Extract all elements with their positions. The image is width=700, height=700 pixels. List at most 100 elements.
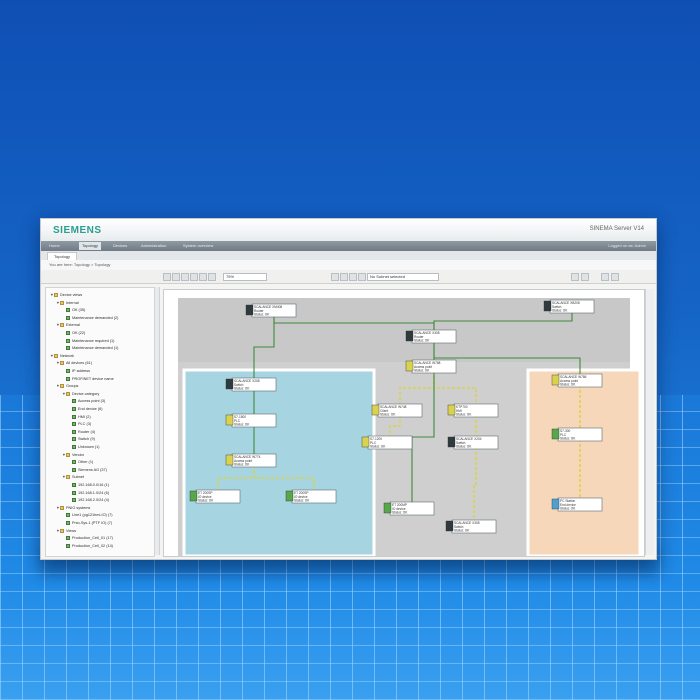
fit-to-window-icon[interactable]	[199, 273, 207, 281]
tree-item[interactable]: ▼ Vendor	[62, 452, 84, 458]
tree-item-label: Line1 (pg121hmi-IO) (7)	[72, 513, 113, 518]
topology-node[interactable]: SCALANCE XM408RouterStatus: OK	[245, 303, 297, 318]
tree-item[interactable]: 192.168.0.0/16 (1)	[68, 482, 109, 488]
folder-icon	[60, 323, 64, 328]
tree-item[interactable]: Pnio-Sys-1 (PTF IO) (7)	[62, 520, 112, 526]
tree-item-label: HMI (2)	[78, 414, 91, 419]
canvas-scrollbar[interactable]	[645, 289, 654, 555]
tree-item[interactable]: Switch (9)	[68, 436, 95, 442]
menu-system-overview[interactable]: System overview	[183, 243, 213, 248]
topology-node[interactable]: SCALANCE W748ClientStatus: OK	[371, 403, 423, 418]
topology-node[interactable]: KTP700HMIStatus: OK	[447, 403, 499, 418]
tree-item[interactable]: ▼ Network	[50, 353, 74, 359]
tree-item[interactable]: ▼ Device category	[62, 391, 99, 397]
tree-item[interactable]: ▼ Internal	[56, 300, 79, 306]
tree-item[interactable]: ▼ All devices (61)	[56, 360, 92, 366]
refresh-icon[interactable]	[172, 273, 180, 281]
forward-icon[interactable]	[340, 273, 348, 281]
subnet-select[interactable]: No Subnet selected	[367, 273, 439, 281]
home-icon[interactable]	[349, 273, 357, 281]
save-icon[interactable]	[163, 273, 171, 281]
tree-item[interactable]: Siemens AG (37)	[68, 467, 107, 473]
topology-node[interactable]: SCALANCE XB208SwitchStatus: OK	[543, 299, 595, 314]
tree-item-label: Device views	[60, 293, 83, 297]
topology-node[interactable]: SCALANCE X308RouterStatus: OK	[405, 329, 457, 344]
device-status-icon	[66, 338, 70, 343]
tree-item[interactable]: Line1 (pg121hmi-IO) (7)	[62, 512, 113, 518]
topology-node[interactable]: SCALANCE X308SwitchStatus: OK	[445, 519, 497, 534]
layout-icon[interactable]	[208, 273, 216, 281]
tree-item[interactable]: HMI (2)	[68, 414, 91, 420]
tree-item[interactable]: IP address	[62, 368, 90, 374]
topology-node[interactable]: SCALANCE W786Access pointStatus: OK	[551, 373, 603, 388]
device-status-icon	[66, 376, 70, 381]
tree-item[interactable]: PLC (3)	[68, 421, 91, 427]
topology-node[interactable]: SCALANCE W774Access pointStatus: OK	[225, 453, 277, 468]
tree-item[interactable]: Router (4)	[68, 429, 95, 435]
topology-canvas[interactable]: SCALANCE XM408 Router Status: OK SCALANCE X…	[163, 289, 645, 557]
device-status-icon	[66, 331, 70, 335]
tree-item[interactable]: ▼ Subnet	[62, 474, 84, 480]
topology-node[interactable]: SCALANCE X208SwitchStatus: OK	[225, 377, 277, 392]
app-title: SINEMA Server V14	[589, 226, 644, 232]
tree-item[interactable]: Access point (3)	[68, 398, 105, 404]
tree-item[interactable]: ▼ Device views	[50, 292, 82, 298]
tree-item[interactable]: OK (35)	[62, 307, 85, 313]
device-status-icon	[72, 490, 76, 495]
tree-item[interactable]: ▼ PNIO systems	[56, 505, 90, 511]
print-icon[interactable]	[581, 273, 589, 281]
menu-topology[interactable]: Topology	[79, 242, 102, 250]
menu-devices[interactable]: Devices	[113, 243, 127, 248]
device-status-icon	[66, 543, 70, 548]
topology-node[interactable]: ET 200MPIO deviceStatus: OK	[383, 501, 435, 516]
tree-item[interactable]: ▼ Views	[56, 528, 76, 534]
tree-item[interactable]: End device (6)	[68, 406, 102, 412]
topology-node[interactable]: SCALANCE W788Access pointStatus: OK	[405, 359, 457, 374]
tree-item[interactable]: Maintenance required (1)	[62, 338, 114, 344]
zoom-in-icon[interactable]	[181, 273, 189, 281]
menu-home[interactable]: Home	[49, 243, 60, 248]
tree-item-label: Siemens AG (37)	[78, 467, 107, 472]
tree-item[interactable]: 192.168.1.0/24 (6)	[68, 490, 109, 496]
topology-node[interactable]: ET 200SPIO deviceStatus: OK	[189, 489, 241, 504]
tree-item-label: End device (6)	[78, 407, 103, 411]
tree-item-label: Subnet	[72, 475, 85, 480]
panel-splitter[interactable]	[154, 287, 160, 555]
folder-icon	[60, 505, 64, 510]
tree-item[interactable]: Production_Cell_01 (17)	[62, 535, 113, 541]
tree-item[interactable]: ▼ Groups	[56, 383, 78, 389]
tree-item-label: Maintenance demanded (1)	[72, 346, 119, 351]
tree-item[interactable]: Maintenance demanded (2)	[62, 315, 118, 321]
tree-item[interactable]: Production_Cell_02 (14)	[62, 543, 113, 549]
node-status: Status: OK	[294, 499, 310, 503]
tree-item[interactable]: OK (22)	[62, 330, 85, 336]
main-menu-bar: Home Topology Devices Administration Sys…	[41, 241, 656, 251]
menu-administration[interactable]: Administration	[141, 243, 166, 248]
topology-node[interactable]: PC StationEnd deviceStatus: OK	[551, 497, 603, 512]
help-icon[interactable]	[611, 273, 619, 281]
settings-icon[interactable]	[601, 273, 609, 281]
tree-item[interactable]: Unknown (1)	[68, 444, 100, 450]
zoom-out-icon[interactable]	[190, 273, 198, 281]
folder-icon	[60, 361, 64, 366]
export-icon[interactable]	[571, 273, 579, 281]
breadcrumb: You are here: Topology > Topology	[49, 262, 111, 267]
topology-node[interactable]: S7-1200PLCStatus: OK	[361, 435, 413, 450]
tree-item[interactable]: Other (1)	[68, 459, 93, 465]
topology-node[interactable]: S7-1500PLCStatus: OK	[225, 413, 277, 428]
topology-node[interactable]: S7-300PLCStatus: OK	[551, 427, 603, 442]
tree-item[interactable]: PROFINET device name	[62, 376, 114, 382]
filter-icon[interactable]	[358, 273, 366, 281]
topology-node[interactable]: ET 200SPIO deviceStatus: OK	[285, 489, 337, 504]
tree-item[interactable]: 192.168.2.0/24 (4)	[68, 497, 109, 503]
tree-item[interactable]: Maintenance demanded (1)	[62, 345, 118, 351]
back-icon[interactable]	[331, 273, 339, 281]
topology-node[interactable]: SCALANCE X204SwitchStatus: OK	[447, 435, 499, 450]
device-icon	[225, 414, 234, 426]
zoom-select[interactable]: 75%	[223, 273, 267, 281]
device-status-icon	[72, 414, 76, 419]
tree-item-label: Groups	[66, 384, 79, 389]
device-icon	[245, 304, 254, 316]
tree-item[interactable]: ▼ External	[56, 322, 80, 328]
node-status: Status: OK	[560, 437, 576, 441]
